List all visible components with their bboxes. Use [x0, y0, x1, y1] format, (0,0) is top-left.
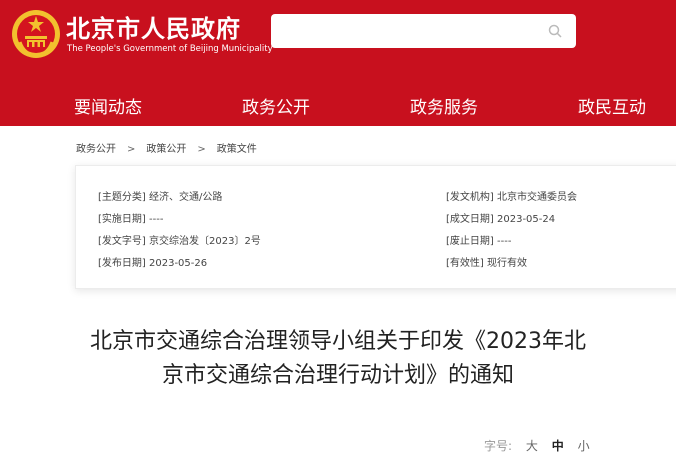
- document-metadata-card: [主题分类] 经济、交通/公路 [实施日期] ---- [发文字号] 京交综治发…: [75, 165, 676, 289]
- search-input[interactable]: [271, 14, 551, 48]
- font-size-medium-button[interactable]: 中: [552, 437, 564, 454]
- nav-item-government-affairs-disclosure[interactable]: 政务公开: [242, 93, 310, 118]
- meta-label: [发文字号]: [98, 236, 146, 247]
- search-box[interactable]: [271, 14, 576, 48]
- meta-effective-date: [实施日期] ----: [98, 210, 163, 225]
- meta-value: 2023-05-24: [497, 214, 556, 225]
- main-nav: 要闻动态 政务公开 政务服务 政民互动: [0, 80, 676, 126]
- search-icon[interactable]: [548, 24, 562, 38]
- breadcrumb: 政务公开 > 政策公开 > 政策文件: [76, 140, 257, 155]
- document-title: 北京市交通综合治理领导小组关于印发《2023年北 京市交通综合治理行动计划》的通…: [0, 325, 676, 393]
- meta-written-date: [成文日期] 2023-05-24: [446, 210, 555, 225]
- meta-validity: [有效性] 现行有效: [446, 254, 527, 269]
- meta-label: [发文机构]: [446, 192, 494, 203]
- meta-value: 经济、交通/公路: [149, 192, 223, 203]
- meta-subject-category: [主题分类] 经济、交通/公路: [98, 188, 222, 203]
- meta-repeal-date: [废止日期] ----: [446, 232, 511, 247]
- breadcrumb-item-policy-disclosure[interactable]: 政策公开: [146, 140, 186, 155]
- meta-value: 北京市交通委员会: [497, 192, 577, 203]
- meta-label: [废止日期]: [446, 236, 494, 247]
- national-emblem-icon[interactable]: [10, 8, 62, 60]
- nav-item-public-interaction[interactable]: 政民互动: [578, 93, 646, 118]
- breadcrumb-separator: >: [127, 144, 136, 155]
- site-header: 北京市人民政府 The People's Government of Beiji…: [0, 0, 676, 80]
- meta-value: 现行有效: [487, 258, 527, 269]
- site-title[interactable]: 北京市人民政府: [66, 9, 241, 44]
- meta-publish-date: [发布日期] 2023-05-26: [98, 254, 207, 269]
- meta-label: [成文日期]: [446, 214, 494, 225]
- breadcrumb-item-disclosure[interactable]: 政务公开: [76, 140, 116, 155]
- meta-value: ----: [149, 214, 164, 225]
- meta-issuing-agency: [发文机构] 北京市交通委员会: [446, 188, 577, 203]
- meta-label: [有效性]: [446, 258, 484, 269]
- breadcrumb-separator: >: [197, 144, 206, 155]
- font-size-selector: 字号: 大 中 小: [484, 437, 590, 454]
- meta-value: ----: [497, 236, 512, 247]
- document-title-line: 北京市交通综合治理领导小组关于印发《2023年北: [90, 329, 586, 354]
- font-size-small-button[interactable]: 小: [578, 437, 590, 454]
- document-title-line: 京市交通综合治理行动计划》的通知: [161, 363, 514, 388]
- meta-value: 京交综治发〔2023〕2号: [149, 236, 261, 247]
- font-size-large-button[interactable]: 大: [526, 437, 538, 454]
- meta-label: [主题分类]: [98, 192, 146, 203]
- meta-label: [实施日期]: [98, 214, 146, 225]
- site-subtitle: The People's Government of Beijing Munic…: [67, 44, 273, 54]
- meta-document-number: [发文字号] 京交综治发〔2023〕2号: [98, 232, 261, 247]
- meta-value: 2023-05-26: [149, 258, 208, 269]
- breadcrumb-item-policy-documents[interactable]: 政策文件: [217, 140, 257, 155]
- nav-item-news[interactable]: 要闻动态: [74, 93, 142, 118]
- meta-label: [发布日期]: [98, 258, 146, 269]
- nav-item-government-services[interactable]: 政务服务: [410, 93, 478, 118]
- font-size-label: 字号:: [484, 439, 513, 453]
